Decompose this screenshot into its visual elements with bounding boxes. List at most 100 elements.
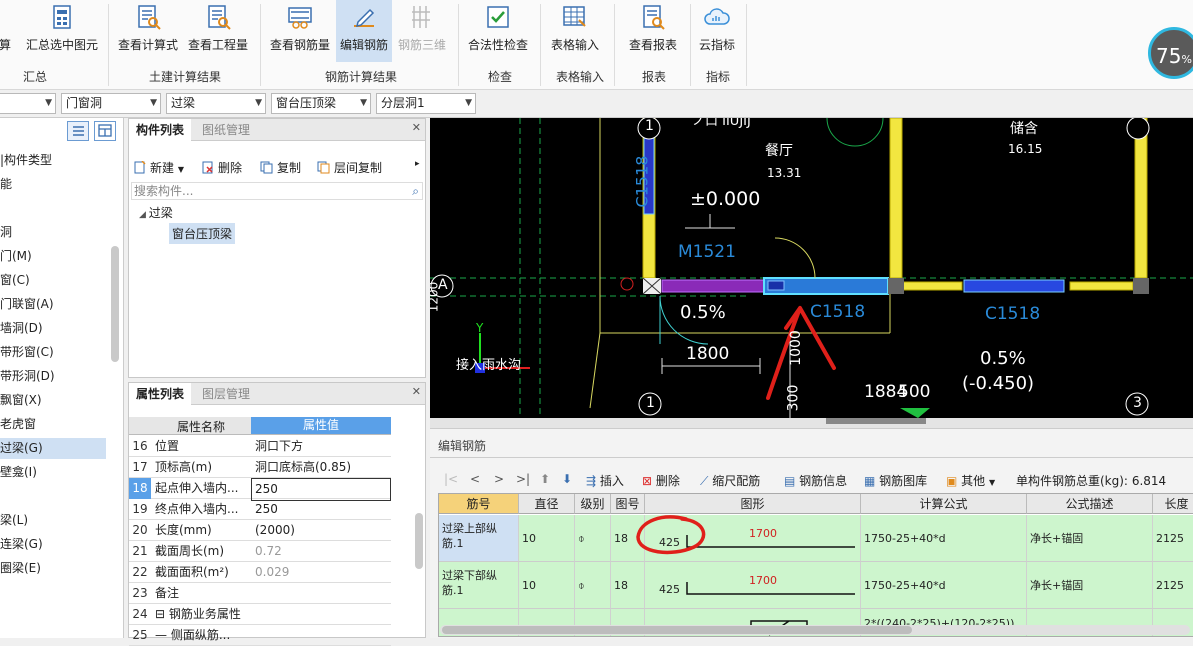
tab-property-list[interactable]: 属性列表 — [129, 383, 192, 405]
grade-cell[interactable]: ⌽ — [575, 562, 611, 609]
edit-rebar-button[interactable]: 编辑钢筋 — [336, 0, 392, 62]
splitter[interactable] — [430, 418, 1193, 428]
tree-item[interactable] — [0, 198, 106, 219]
tree-item[interactable]: 窗(C) — [0, 270, 106, 291]
tree-item[interactable]: 梁(L) — [0, 510, 106, 531]
tree-item[interactable]: 门(M) — [0, 246, 106, 267]
col-header-diameter[interactable]: 直径(mm) — [519, 494, 575, 531]
tree-item[interactable]: 洞 — [0, 222, 106, 243]
floor-copy-button[interactable]: 层间复制 — [317, 159, 382, 176]
view-quantity-button[interactable]: 查看工程量 — [184, 0, 252, 62]
bar-name-cell[interactable]: 过梁下部纵筋.1 — [439, 562, 519, 609]
tree-item[interactable]: 门联窗(A) — [0, 294, 106, 315]
col-header-formula[interactable]: 计算公式 — [861, 494, 1027, 514]
nav-prev-button[interactable]: < — [470, 472, 480, 486]
nav-first-button[interactable]: |< — [444, 472, 458, 486]
length-cell[interactable]: 2125 — [1153, 515, 1193, 562]
progress-gauge[interactable]: 75% — [1148, 27, 1193, 79]
component-select[interactable]: 窗台压顶梁 ▼ — [271, 93, 371, 114]
nav-next-button[interactable]: > — [494, 472, 504, 486]
rebar-library-button[interactable]: ▦ 钢筋图库 — [864, 472, 927, 489]
copy-button[interactable]: 复制 — [260, 159, 301, 176]
length-cell[interactable]: 2125 — [1153, 562, 1193, 609]
shape-cell[interactable]: 425 1700 — [645, 562, 861, 609]
legality-check-button[interactable]: 合法性检查 — [464, 0, 532, 62]
property-value[interactable]: 250 — [255, 499, 391, 520]
cloud-index-button[interactable]: 云指标 — [694, 0, 740, 62]
nav-last-button[interactable]: >| — [516, 472, 530, 486]
table-input-button[interactable]: 表格输入 — [544, 0, 606, 62]
property-row[interactable]: 18 起点伸入墙内... 250 — [129, 478, 391, 501]
property-scrollbar[interactable] — [415, 513, 423, 569]
property-value[interactable]: 0.029 — [255, 562, 391, 583]
rebar-3d-button[interactable]: 钢筋三维 — [394, 0, 450, 62]
delete-button[interactable]: 删除 — [201, 159, 242, 176]
view-report-button[interactable]: 查看报表 — [622, 0, 684, 62]
component-search-input[interactable]: 搜索构件... ⌕ — [131, 182, 423, 200]
property-value[interactable]: 洞口下方 — [255, 436, 391, 457]
tab-drawing-manage[interactable]: 图纸管理 — [195, 119, 257, 141]
tree-root-gl[interactable]: ◢ 过梁 — [139, 204, 173, 221]
close-icon[interactable]: ✕ — [412, 385, 421, 398]
grade-cell[interactable]: ⌽ — [575, 515, 611, 562]
tree-item[interactable]: 墙洞(D) — [0, 318, 106, 339]
tree-item[interactable]: 能 — [0, 174, 106, 195]
property-row[interactable]: 21 截面周长(m) 0.72 — [129, 541, 391, 562]
tree-item[interactable]: 连梁(G) — [0, 534, 106, 555]
type-select[interactable]: 过梁 ▼ — [166, 93, 266, 114]
other-button[interactable]: ▣ 其他 ▼ — [946, 472, 995, 489]
col-header-grade[interactable]: 级别 — [575, 494, 611, 514]
diameter-cell[interactable]: 10 — [519, 562, 575, 609]
collapse-handle[interactable] — [826, 418, 926, 424]
tree-item[interactable]: 带形洞(D) — [0, 366, 106, 387]
tab-layer-manage[interactable]: 图层管理 — [195, 383, 257, 405]
formula-desc-cell[interactable]: 净长+锚固 — [1027, 515, 1153, 562]
tab-component-list[interactable]: 构件列表 — [129, 119, 192, 141]
property-row[interactable]: 25 — 侧面纵筋... — [129, 625, 391, 646]
category-select[interactable]: 门窗洞 ▼ — [61, 93, 161, 114]
col-header-bar-no[interactable]: 筋号 — [439, 494, 519, 514]
col-header-figure-no[interactable]: 图号 — [611, 494, 645, 514]
col-header-length[interactable]: 长度 — [1153, 494, 1193, 514]
view-formula-button[interactable]: 查看计算式 — [114, 0, 182, 62]
close-icon[interactable]: ✕ — [412, 121, 421, 134]
delete-row-button[interactable]: ⊠ 删除 — [642, 472, 680, 489]
tree-item[interactable]: 圈梁(E) — [0, 558, 106, 579]
move-down-icon[interactable]: ⬇ — [562, 472, 572, 486]
col-header-shape[interactable]: 图形 — [645, 494, 861, 514]
tree-item[interactable]: 壁龛(I) — [0, 462, 106, 483]
cad-drawing-canvas[interactable]: 餐厅 13.31 储含 16.15 ノ口 ⅠIUJIJ ±0.000 M1521… — [430, 118, 1193, 418]
tree-item[interactable] — [0, 486, 106, 507]
horizontal-scrollbar[interactable] — [440, 625, 1190, 635]
rebar-info-button[interactable]: ▤ 钢筋信息 — [784, 472, 847, 489]
view-rebar-button[interactable]: 查看钢筋量 — [266, 0, 334, 62]
more-icon[interactable]: ▸ — [415, 159, 420, 169]
property-row[interactable]: 24 ⊟ 钢筋业务属性 — [129, 604, 391, 625]
summary-selected-button[interactable]: 汇总选中图元 — [22, 0, 102, 62]
tree-item[interactable]: 飘窗(X) — [0, 390, 106, 411]
list-view-icon[interactable] — [67, 121, 89, 141]
tree-scrollbar[interactable] — [111, 246, 119, 362]
new-button[interactable]: 新建 ▼ — [133, 159, 184, 176]
layer-select[interactable]: 分层洞1 ▼ — [376, 93, 476, 114]
bar-name-cell[interactable]: 过梁上部纵筋.1 — [439, 515, 519, 562]
property-value[interactable]: 0.72 — [255, 541, 391, 562]
property-row[interactable]: 17 顶标高(m) 洞口底标高(0.85) — [129, 457, 391, 478]
tree-item[interactable]: |构件类型 — [0, 150, 106, 171]
property-row[interactable]: 22 截面面积(m²) 0.029 — [129, 562, 391, 583]
formula-cell[interactable]: 1750-25+40*d — [861, 562, 1027, 609]
diameter-cell[interactable]: 10 — [519, 515, 575, 562]
property-value[interactable]: 洞口底标高(0.85) — [255, 457, 391, 478]
formula-cell[interactable]: 1750-25+40*d — [861, 515, 1027, 562]
grid-view-icon[interactable] — [94, 121, 116, 141]
move-up-icon[interactable]: ⬆ — [540, 472, 550, 486]
scale-rebar-button[interactable]: ⟋ 缩尺配筋 — [700, 472, 760, 489]
floor-select[interactable]: ▼ — [0, 93, 56, 114]
tree-item[interactable]: 过梁(G) — [0, 438, 106, 459]
col-header-formula-desc[interactable]: 公式描述 — [1027, 494, 1153, 514]
property-value[interactable]: 250 — [251, 478, 391, 501]
property-row[interactable]: 23 备注 — [129, 583, 391, 604]
formula-desc-cell[interactable]: 净长+锚固 — [1027, 562, 1153, 609]
property-row[interactable]: 19 终点伸入墙内... 250 — [129, 499, 391, 520]
property-row[interactable]: 16 位置 洞口下方 — [129, 436, 391, 457]
